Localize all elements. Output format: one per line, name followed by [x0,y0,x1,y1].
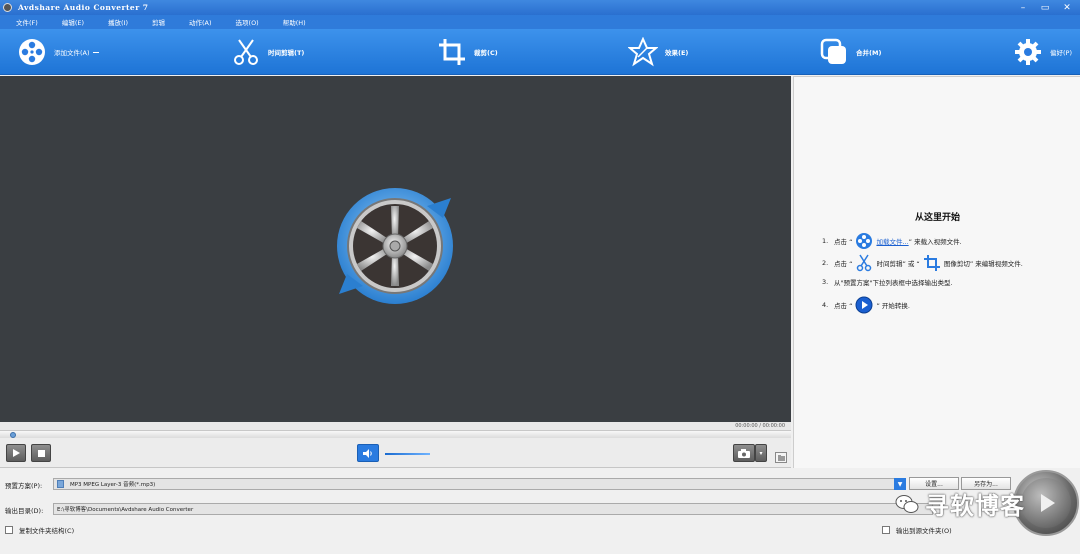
copy-structure-checkbox[interactable]: 复制文件夹结构(C) [5,525,74,535]
play-button[interactable] [6,444,26,462]
film-reel-icon [854,231,874,251]
profile-select[interactable]: MP3 MPEG Layer-3 音频(*.mp3) [53,478,906,490]
snapshot-button[interactable] [733,444,755,462]
film-reel-icon [16,36,48,68]
add-file-label: 添加文件(A) [54,49,90,57]
folder-icon [777,454,785,461]
window-title: Avdshare Audio Converter 7 [18,3,149,12]
menu-edit[interactable]: 编辑(E) [62,17,84,27]
title-bar: Avdshare Audio Converter 7 – ▭ ✕ [0,0,1080,15]
wechat-icon [895,494,919,513]
minimize-button[interactable]: – [1012,0,1034,15]
play-icon [13,449,20,457]
menu-clip[interactable]: 剪辑 [152,17,165,27]
profile-value: MP3 MPEG Layer-3 音频(*.mp3) [70,482,156,488]
main-toolbar: 添加文件(A) 时间剪辑(T) 裁剪(C) 效果(E) 合并(M) 偏好(P) [0,29,1080,75]
menu-play[interactable]: 播放(I) [108,17,128,27]
trim-button[interactable]: 时间剪辑(T) [230,29,304,75]
load-file-link[interactable]: 加载文件... [876,236,908,246]
trim-label: 时间剪辑(T) [268,49,305,57]
output-dir-field[interactable]: E:\寻软博客\Documents\Avdshare Audio Convert… [53,503,933,515]
output-dir-value: E:\寻软博客\Documents\Avdshare Audio Convert… [57,507,194,513]
output-to-source-label: 输出到源文件夹(O) [896,527,952,535]
merge-button[interactable]: 合并(M) [818,29,881,75]
snapshot-dropdown-icon[interactable]: ▾ [755,444,767,462]
crop-button[interactable]: 裁剪(C) [436,29,498,75]
profile-label: 预置方案(P): [5,482,43,490]
seek-bar[interactable] [0,430,791,438]
output-dir-label: 输出目录(D): [5,507,44,515]
merge-icon [818,36,850,68]
app-icon[interactable] [3,3,12,12]
guide-title: 从这里开始 [914,213,960,223]
effect-label: 效果(E) [665,49,689,57]
volume-slider[interactable] [385,453,430,455]
menu-help[interactable]: 帮助(H) [283,17,306,27]
stop-icon [37,449,45,457]
getting-started-panel: 从这里开始 1. 点击 “ 加载文件... ” 来载入视频文件. 2. 点击 “… [793,76,1080,468]
time-display: 00:00:00 / 00:00:00 [735,423,785,429]
settings-button[interactable]: 偏好(P) [1012,29,1072,75]
guide-step-4: 4. 点击 “ ” 开始转换. [822,295,910,315]
convert-icon [854,295,874,315]
merge-label: 合并(M) [856,49,882,57]
star-icon [627,36,659,68]
add-file-button[interactable]: 添加文件(A) [16,29,99,75]
folder-open-button[interactable] [775,452,787,463]
guide-step-3: 3. 从"预置方案"下拉列表框中选择输出类型. [822,278,953,287]
watermark: 寻软博客 [895,486,1025,521]
crop-label: 裁剪(C) [474,49,498,57]
close-button[interactable]: ✕ [1056,0,1078,15]
speaker-icon [363,448,372,458]
camera-icon [738,448,750,458]
video-preview [0,76,791,422]
play-arrow-icon [1041,494,1055,512]
volume-button[interactable] [357,444,379,462]
copy-structure-label: 复制文件夹结构(C) [19,527,75,535]
restore-button[interactable]: ▭ [1034,0,1056,15]
gear-icon [1012,36,1044,68]
copy-structure-box[interactable] [5,526,13,534]
menu-bar: 文件(F) 编辑(E) 播放(I) 剪辑 动作(A) 选项(O) 帮助(H) [0,15,1080,29]
menu-options[interactable]: 选项(O) [236,17,259,27]
add-file-dropdown-icon[interactable] [92,51,99,53]
settings-label: 偏好(P) [1050,49,1072,57]
playback-controls: ▾ [0,438,791,468]
scissors-icon [854,253,874,273]
guide-step-2: 2. 点击 “ 时间剪辑 ” 或 “ 图像剪切” 来编辑视频文件. [822,253,1023,273]
guide-step-1: 1. 点击 “ 加载文件... ” 来载入视频文件. [822,231,962,251]
film-reel-logo-icon [337,188,453,304]
scissors-icon [230,36,262,68]
crop-icon [436,36,468,68]
watermark-text: 寻软博客 [925,492,1025,520]
stop-button[interactable] [31,444,51,462]
menu-action[interactable]: 动作(A) [189,17,212,27]
audio-format-icon [57,480,64,488]
output-to-source-checkbox[interactable]: 输出到源文件夹(O) [882,525,952,535]
output-to-source-box[interactable] [882,526,890,534]
menu-file[interactable]: 文件(F) [16,17,38,27]
time-strip: 00:00:00 / 00:00:00 [0,422,791,430]
crop-icon [922,253,942,273]
effect-button[interactable]: 效果(E) [627,29,688,75]
